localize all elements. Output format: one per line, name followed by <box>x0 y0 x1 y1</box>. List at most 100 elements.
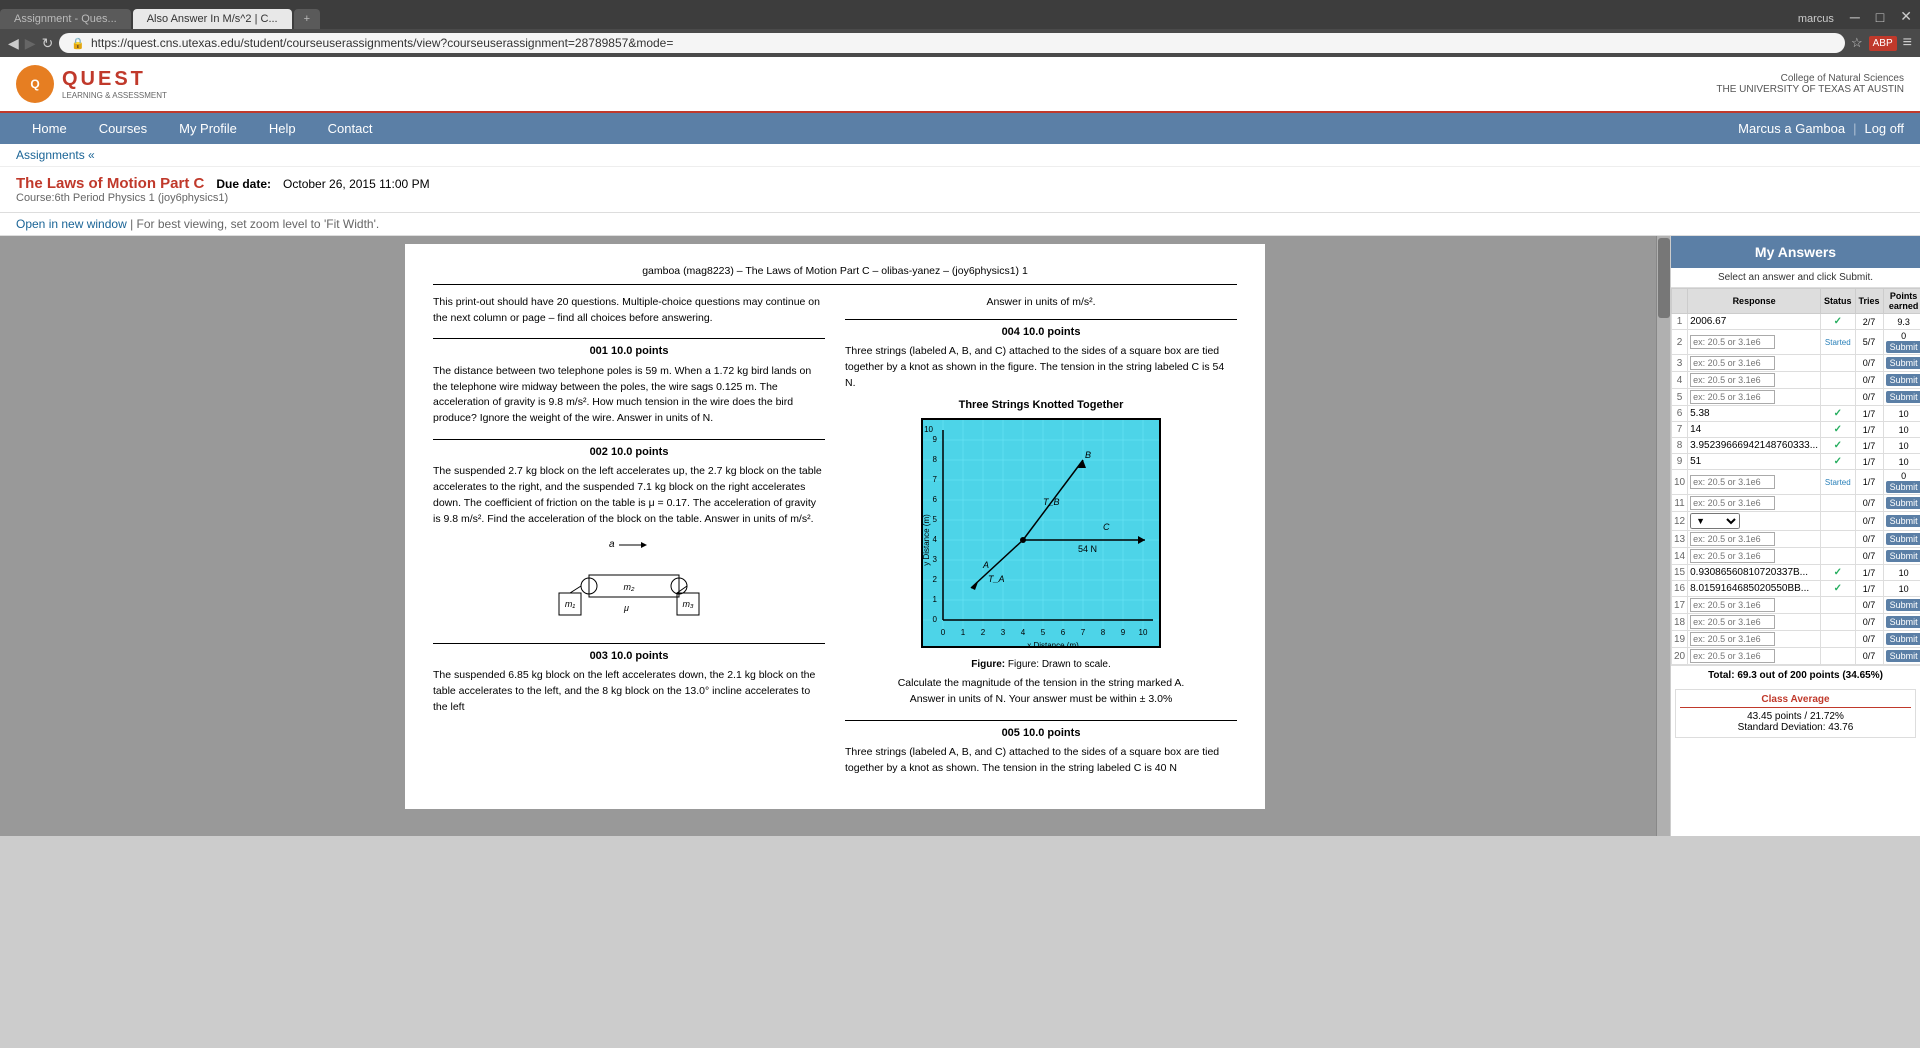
answer-points-cell[interactable]: Submit <box>1883 372 1920 389</box>
answer-input[interactable] <box>1690 390 1775 404</box>
answer-points-cell[interactable]: Submit <box>1883 548 1920 565</box>
answer-response-cell[interactable] <box>1688 495 1821 512</box>
browser-tab-1[interactable]: Assignment - Ques... <box>0 9 131 29</box>
svg-text:A: A <box>982 560 989 570</box>
address-input[interactable] <box>91 36 1833 50</box>
answer-row-num: 4 <box>1672 372 1688 389</box>
answer-response-cell[interactable] <box>1688 355 1821 372</box>
answer-response-cell[interactable]: ▼ <box>1688 512 1821 531</box>
answer-input[interactable] <box>1690 475 1775 489</box>
refresh-button[interactable]: ↻ <box>42 35 54 52</box>
answer-points-cell[interactable]: Submit <box>1883 631 1920 648</box>
menu-icon[interactable]: ≡ <box>1903 34 1912 52</box>
answer-input[interactable] <box>1690 335 1775 349</box>
open-new-window-link[interactable]: Open in new window <box>16 217 127 231</box>
answer-status-cell <box>1821 548 1856 565</box>
answer-points-cell[interactable]: Submit <box>1883 355 1920 372</box>
browser-tab-bar: Assignment - Ques... Also Answer In M/s^… <box>0 0 1920 29</box>
submit-button[interactable]: Submit <box>1886 515 1920 527</box>
answer-input[interactable] <box>1690 649 1775 663</box>
cns-logo: College of Natural Sciences THE UNIVERSI… <box>1716 73 1904 95</box>
answer-response-cell[interactable] <box>1688 470 1821 495</box>
submit-button[interactable]: Submit <box>1886 357 1920 369</box>
answer-points-cell[interactable]: Submit <box>1883 531 1920 548</box>
nav-courses[interactable]: Courses <box>83 113 163 144</box>
submit-button[interactable]: Submit <box>1886 341 1920 353</box>
abp-icon[interactable]: ABP <box>1869 36 1897 51</box>
answer-response-cell[interactable] <box>1688 389 1821 406</box>
answer-response-cell[interactable] <box>1688 648 1821 665</box>
star-icon[interactable]: ☆ <box>1851 35 1863 51</box>
answer-points-cell[interactable]: Submit <box>1883 389 1920 406</box>
q4-question: Calculate the magnitude of the tension i… <box>845 676 1237 692</box>
nav-help[interactable]: Help <box>253 113 312 144</box>
maximize-icon[interactable]: □ <box>1868 5 1892 29</box>
back-button[interactable]: ◀ <box>8 35 19 52</box>
submit-button[interactable]: Submit <box>1886 533 1920 545</box>
answer-response-cell[interactable] <box>1688 531 1821 548</box>
answer-input[interactable] <box>1690 632 1775 646</box>
browser-tab-2[interactable]: Also Answer In M/s^2 | C... <box>133 9 292 29</box>
answer-tries-cell: 1/7 <box>1855 581 1883 597</box>
answer-input[interactable] <box>1690 356 1775 370</box>
class-average-points: 43.45 points / 21.72% <box>1680 711 1911 722</box>
answer-points-cell[interactable]: Submit <box>1883 512 1920 531</box>
answer-response-cell[interactable] <box>1688 548 1821 565</box>
submit-button[interactable]: Submit <box>1886 616 1920 628</box>
answer-points-cell[interactable]: 0 Submit <box>1883 470 1920 495</box>
minimize-icon[interactable]: ─ <box>1842 5 1868 29</box>
nav-my-profile[interactable]: My Profile <box>163 113 253 144</box>
panel-total: Total: 69.3 out of 200 points (34.65%) <box>1671 665 1920 685</box>
answer-response-cell[interactable] <box>1688 372 1821 389</box>
scroll-thumb[interactable] <box>1658 238 1670 318</box>
q2-text: The suspended 2.7 kg block on the left a… <box>433 464 825 527</box>
answer-input[interactable] <box>1690 549 1775 563</box>
answer-points-cell[interactable]: Submit <box>1883 495 1920 512</box>
svg-text:9: 9 <box>933 435 938 444</box>
nav-logoff[interactable]: Log off <box>1864 121 1904 136</box>
svg-text:10: 10 <box>924 425 933 434</box>
svg-text:1: 1 <box>961 628 966 637</box>
answer-tries-cell: 0/7 <box>1855 614 1883 631</box>
svg-text:3: 3 <box>933 555 938 564</box>
submit-button[interactable]: Submit <box>1886 391 1920 403</box>
answer-status-cell: Started <box>1821 330 1856 355</box>
answer-points-cell[interactable]: Submit <box>1883 648 1920 665</box>
pulley-diagram: a m₂ <box>433 535 825 631</box>
close-icon[interactable]: ✕ <box>1892 4 1920 29</box>
answer-dropdown[interactable]: ▼ <box>1690 513 1740 529</box>
assignment-header: The Laws of Motion Part C Due date: Octo… <box>0 167 1920 213</box>
answer-response-cell[interactable] <box>1688 330 1821 355</box>
answer-tries-cell: 1/7 <box>1855 438 1883 454</box>
answer-points-cell[interactable]: Submit <box>1883 614 1920 631</box>
submit-button[interactable]: Submit <box>1886 650 1920 662</box>
graph-container: Three Strings Knotted Together <box>845 397 1237 653</box>
answer-response-cell[interactable] <box>1688 614 1821 631</box>
answer-points-cell[interactable]: Submit <box>1883 597 1920 614</box>
answer-input[interactable] <box>1690 373 1775 387</box>
answer-response-cell[interactable] <box>1688 631 1821 648</box>
submit-button[interactable]: Submit <box>1886 633 1920 645</box>
forward-button[interactable]: ▶ <box>25 35 36 52</box>
answer-input[interactable] <box>1690 615 1775 629</box>
answer-input[interactable] <box>1690 532 1775 546</box>
breadcrumb-assignments[interactable]: Assignments « <box>16 148 95 162</box>
answer-tries-cell: 2/7 <box>1855 314 1883 330</box>
answer-row-num: 13 <box>1672 531 1688 548</box>
scrollbar[interactable] <box>1656 236 1670 836</box>
answer-input[interactable] <box>1690 598 1775 612</box>
submit-button[interactable]: Submit <box>1886 550 1920 562</box>
submit-button[interactable]: Submit <box>1886 599 1920 611</box>
answer-response-cell[interactable] <box>1688 597 1821 614</box>
submit-button[interactable]: Submit <box>1886 374 1920 386</box>
q5-header: 005 10.0 points <box>845 720 1237 742</box>
submit-button[interactable]: Submit <box>1886 481 1920 493</box>
nav-contact[interactable]: Contact <box>312 113 389 144</box>
browser-tab-3[interactable]: + <box>294 9 320 29</box>
answer-points-cell[interactable]: 0 Submit <box>1883 330 1920 355</box>
answer-input[interactable] <box>1690 496 1775 510</box>
answer-tries-cell: 1/7 <box>1855 454 1883 470</box>
svg-text:8: 8 <box>933 455 938 464</box>
submit-button[interactable]: Submit <box>1886 497 1920 509</box>
nav-home[interactable]: Home <box>16 113 83 144</box>
